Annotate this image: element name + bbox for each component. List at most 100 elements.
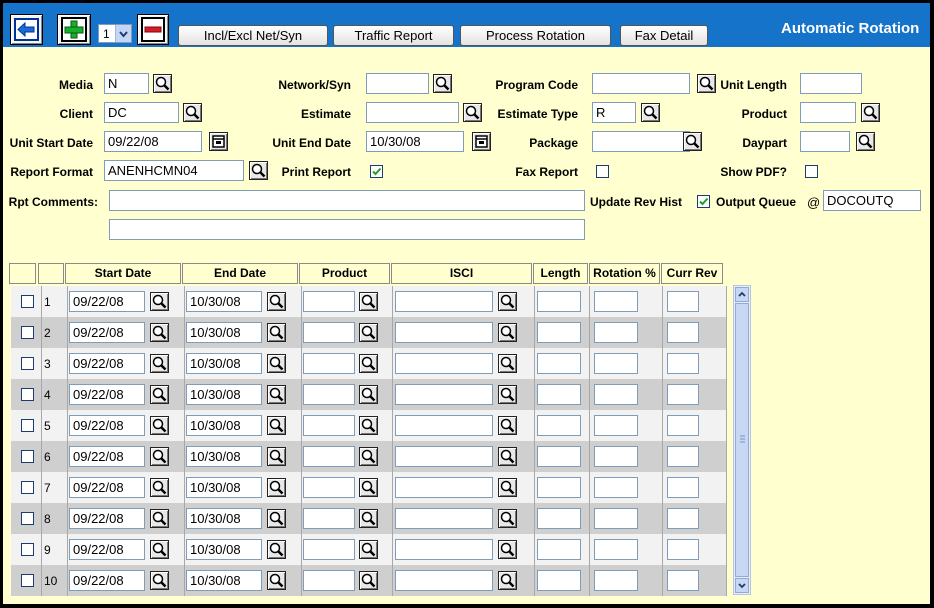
row-rotation-input[interactable] <box>594 322 638 343</box>
report-format-input[interactable]: ANENHCMN04 <box>104 160 244 181</box>
row-isci-search-button[interactable] <box>498 354 517 373</box>
row-start-date-search-button[interactable] <box>150 478 169 497</box>
row-start-date-input[interactable]: 09/22/08 <box>69 508 145 529</box>
row-rotation-input[interactable] <box>594 446 638 467</box>
row-isci-input[interactable] <box>395 446 493 467</box>
row-curr-rev-input[interactable] <box>667 539 699 560</box>
row-select-checkbox[interactable] <box>21 481 34 494</box>
row-curr-rev-input[interactable] <box>667 384 699 405</box>
row-isci-search-button[interactable] <box>498 292 517 311</box>
row-select-checkbox[interactable] <box>21 450 34 463</box>
unit-end-calendar-button[interactable] <box>472 132 491 151</box>
row-length-input[interactable] <box>537 477 581 498</box>
row-curr-rev-input[interactable] <box>667 508 699 529</box>
row-product-search-button[interactable] <box>359 571 378 590</box>
row-product-search-button[interactable] <box>359 323 378 342</box>
row-curr-rev-input[interactable] <box>667 446 699 467</box>
row-start-date-search-button[interactable] <box>150 323 169 342</box>
row-curr-rev-input[interactable] <box>667 415 699 436</box>
unit-start-calendar-button[interactable] <box>209 132 228 151</box>
update-rev-checkbox[interactable] <box>697 195 710 208</box>
row-product-search-button[interactable] <box>359 385 378 404</box>
product-input[interactable] <box>800 102 856 123</box>
row-isci-search-button[interactable] <box>498 540 517 559</box>
row-end-date-search-button[interactable] <box>267 478 286 497</box>
row-start-date-search-button[interactable] <box>150 354 169 373</box>
row-isci-search-button[interactable] <box>498 385 517 404</box>
row-rotation-input[interactable] <box>594 384 638 405</box>
row-product-search-button[interactable] <box>359 509 378 528</box>
fax-report-checkbox[interactable] <box>596 165 609 178</box>
network-search-button[interactable] <box>433 74 452 93</box>
back-button[interactable] <box>10 14 43 45</box>
row-isci-input[interactable] <box>395 353 493 374</box>
incl-excl-button[interactable]: Incl/Excl Net/Syn <box>178 25 328 46</box>
row-product-search-button[interactable] <box>359 416 378 435</box>
row-start-date-input[interactable]: 09/22/08 <box>69 570 145 591</box>
row-product-input[interactable] <box>303 322 355 343</box>
row-isci-search-button[interactable] <box>498 571 517 590</box>
row-start-date-input[interactable]: 09/22/08 <box>69 291 145 312</box>
row-select-checkbox[interactable] <box>21 326 34 339</box>
row-curr-rev-input[interactable] <box>667 291 699 312</box>
row-start-date-search-button[interactable] <box>150 571 169 590</box>
package-input[interactable] <box>592 131 690 152</box>
row-product-input[interactable] <box>303 353 355 374</box>
row-isci-input[interactable] <box>395 477 493 498</box>
client-input[interactable]: DC <box>104 102 179 123</box>
row-end-date-search-button[interactable] <box>267 416 286 435</box>
report-format-search-button[interactable] <box>249 161 268 180</box>
process-rotation-button[interactable]: Process Rotation <box>460 25 611 46</box>
grid-scrollbar[interactable] <box>733 285 751 595</box>
fax-detail-button[interactable]: Fax Detail <box>620 25 708 46</box>
row-end-date-input[interactable]: 10/30/08 <box>186 291 262 312</box>
row-end-date-input[interactable]: 10/30/08 <box>186 415 262 436</box>
row-product-input[interactable] <box>303 384 355 405</box>
row-length-input[interactable] <box>537 415 581 436</box>
row-start-date-input[interactable]: 09/22/08 <box>69 446 145 467</box>
row-length-input[interactable] <box>537 353 581 374</box>
row-select-checkbox[interactable] <box>21 543 34 556</box>
page-select[interactable]: 1 <box>98 24 132 43</box>
scroll-up-button[interactable] <box>735 287 749 302</box>
remove-button[interactable] <box>137 14 169 45</box>
row-length-input[interactable] <box>537 570 581 591</box>
row-product-input[interactable] <box>303 415 355 436</box>
row-rotation-input[interactable] <box>594 415 638 436</box>
row-end-date-input[interactable]: 10/30/08 <box>186 384 262 405</box>
row-curr-rev-input[interactable] <box>667 322 699 343</box>
show-pdf-checkbox[interactable] <box>805 165 818 178</box>
row-end-date-search-button[interactable] <box>267 354 286 373</box>
row-isci-input[interactable] <box>395 508 493 529</box>
row-end-date-search-button[interactable] <box>267 385 286 404</box>
rpt-comments-input-1[interactable] <box>109 190 585 211</box>
row-curr-rev-input[interactable] <box>667 477 699 498</box>
row-length-input[interactable] <box>537 291 581 312</box>
row-product-input[interactable] <box>303 291 355 312</box>
row-end-date-search-button[interactable] <box>267 323 286 342</box>
rpt-comments-input-2[interactable] <box>109 219 585 240</box>
row-length-input[interactable] <box>537 446 581 467</box>
row-isci-input[interactable] <box>395 322 493 343</box>
row-product-input[interactable] <box>303 570 355 591</box>
row-start-date-search-button[interactable] <box>150 540 169 559</box>
daypart-search-button[interactable] <box>856 132 875 151</box>
row-select-checkbox[interactable] <box>21 512 34 525</box>
row-isci-search-button[interactable] <box>498 509 517 528</box>
row-end-date-input[interactable]: 10/30/08 <box>186 322 262 343</box>
row-rotation-input[interactable] <box>594 508 638 529</box>
row-isci-input[interactable] <box>395 384 493 405</box>
unit-start-input[interactable]: 09/22/08 <box>104 131 202 152</box>
estimate-search-button[interactable] <box>463 103 482 122</box>
scroll-down-button[interactable] <box>735 578 749 593</box>
estimate-type-search-button[interactable] <box>641 103 660 122</box>
row-product-search-button[interactable] <box>359 354 378 373</box>
row-start-date-input[interactable]: 09/22/08 <box>69 353 145 374</box>
row-select-checkbox[interactable] <box>21 419 34 432</box>
row-end-date-search-button[interactable] <box>267 571 286 590</box>
row-product-input[interactable] <box>303 539 355 560</box>
row-start-date-search-button[interactable] <box>150 447 169 466</box>
row-isci-input[interactable] <box>395 415 493 436</box>
package-search-button[interactable] <box>683 132 702 151</box>
row-isci-search-button[interactable] <box>498 416 517 435</box>
